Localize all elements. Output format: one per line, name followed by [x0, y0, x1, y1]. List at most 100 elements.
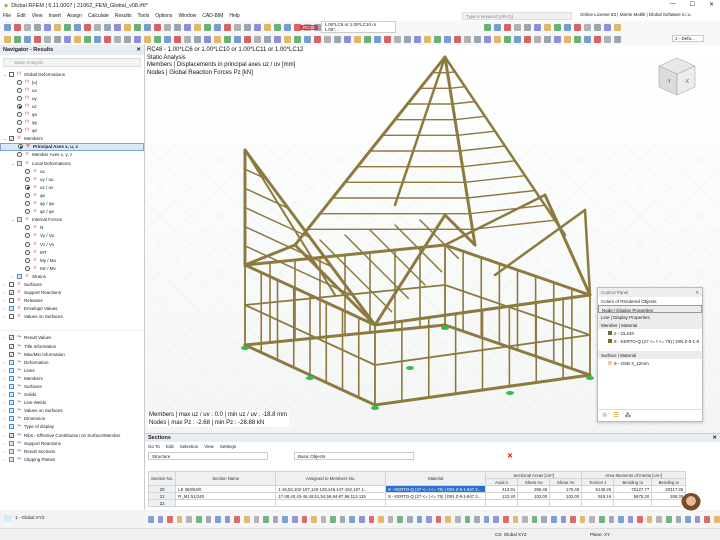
- checkbox[interactable]: [9, 408, 14, 413]
- tool-icon[interactable]: [417, 516, 423, 523]
- tool-icon[interactable]: [685, 516, 691, 523]
- tool-icon[interactable]: [282, 516, 288, 523]
- tool-icon[interactable]: [589, 516, 595, 523]
- checkbox[interactable]: ✓: [9, 335, 14, 340]
- checkbox[interactable]: [9, 306, 14, 311]
- menu-edit[interactable]: Edit: [17, 13, 26, 19]
- menu-options[interactable]: Options: [155, 13, 172, 19]
- toolbar-tool-icon[interactable]: [254, 36, 261, 43]
- radio-button[interactable]: [25, 201, 30, 206]
- sections-menu-item[interactable]: Go To: [148, 444, 160, 449]
- checkbox[interactable]: [9, 441, 14, 446]
- nav-item[interactable]: ›⤳Solids: [0, 391, 144, 399]
- nav-item[interactable]: ⊓ux: [0, 86, 144, 94]
- cell-iv[interactable]: 20317.36: [652, 486, 686, 493]
- nav-item[interactable]: ›⤳Result Sections: [0, 447, 144, 455]
- toolbar-tool-icon[interactable]: [94, 36, 101, 43]
- radio-button[interactable]: [25, 242, 30, 247]
- checkbox[interactable]: ✓: [9, 433, 14, 438]
- tool-icon[interactable]: [455, 516, 461, 523]
- toolbar-tool-icon[interactable]: [594, 36, 601, 43]
- cell-j[interactable]: 5145.25: [582, 486, 614, 493]
- toolbar-tool-icon[interactable]: [114, 24, 121, 31]
- nav-item[interactable]: ›⤳Lines: [0, 366, 144, 374]
- toolbar-tool-icon[interactable]: [294, 36, 301, 43]
- checkbox[interactable]: [9, 384, 14, 389]
- tool-icon[interactable]: [637, 516, 643, 523]
- tool-icon[interactable]: [532, 516, 538, 523]
- tool-icon[interactable]: [474, 516, 480, 523]
- tool-icon[interactable]: [714, 516, 720, 523]
- scale-tab-icon[interactable]: ⁂: [625, 412, 631, 419]
- support-node[interactable]: [586, 376, 594, 380]
- tool-icon[interactable]: [436, 516, 442, 523]
- toolbar-tool-icon[interactable]: [44, 24, 51, 31]
- checkbox[interactable]: [9, 314, 14, 319]
- tool-icon[interactable]: [225, 516, 231, 523]
- nav-item[interactable]: ›⋎Values on Surfaces: [0, 313, 144, 321]
- member-beam[interactable]: [460, 146, 505, 151]
- nav-item[interactable]: ⊓|u|: [0, 78, 144, 86]
- sections-menu-item[interactable]: Selection: [180, 444, 199, 449]
- toolbar-tool-icon[interactable]: [504, 36, 511, 43]
- cell-name[interactable]: [176, 500, 276, 507]
- toolbar-tool-icon[interactable]: [264, 36, 271, 43]
- nav-item[interactable]: ⋎Principal Axes x, u, v: [0, 143, 144, 151]
- sections-menu-item[interactable]: Settings: [220, 444, 236, 449]
- member-beam[interactable]: [458, 131, 496, 135]
- cell-av[interactable]: 176.49: [550, 486, 582, 493]
- toolbar-tool-icon[interactable]: [214, 36, 221, 43]
- radio-button[interactable]: [25, 193, 30, 198]
- toolbar-tool-icon[interactable]: [504, 24, 511, 31]
- cell-a[interactable]: 122.40: [486, 493, 518, 500]
- toolbar-tool-icon[interactable]: [284, 24, 291, 31]
- toolbar-tool-icon[interactable]: [274, 24, 281, 31]
- toolbar-tool-icon[interactable]: [404, 36, 411, 43]
- tool-icon[interactable]: [599, 516, 605, 523]
- checkbox[interactable]: [9, 368, 14, 373]
- toolbar-tool-icon[interactable]: [494, 36, 501, 43]
- checkbox[interactable]: [9, 424, 14, 429]
- nav-item[interactable]: ⋎φy / φu: [0, 200, 144, 208]
- menu-results[interactable]: Results: [115, 13, 132, 19]
- tool-icon[interactable]: [292, 516, 298, 523]
- toolbar-tool-icon[interactable]: [314, 36, 321, 43]
- nav-item[interactable]: ⌄✓⋎Members: [0, 135, 144, 143]
- member-material-item[interactable]: 2 - GL24h: [598, 329, 702, 337]
- nav-item[interactable]: ›⋎Surfaces: [0, 280, 144, 288]
- nav-item[interactable]: ›⤳Dimension: [0, 415, 144, 423]
- search-input[interactable]: Type a keyword (Alt+Q): [462, 12, 572, 20]
- toolbar-tool-icon[interactable]: [184, 24, 191, 31]
- menu-help[interactable]: Help: [229, 13, 239, 19]
- nav-item[interactable]: ›⤳Support Reactions: [0, 439, 144, 447]
- checkbox[interactable]: [9, 416, 14, 421]
- toolbar-tool-icon[interactable]: [224, 24, 231, 31]
- member-beam[interactable]: [345, 235, 408, 298]
- checkbox[interactable]: [9, 392, 14, 397]
- member-beam[interactable]: [448, 72, 456, 73]
- table-row[interactable]: 20LE 360/63/01-15,53,102-107,120-128,145…: [149, 486, 686, 493]
- cell-av[interactable]: 102.00: [550, 493, 582, 500]
- checkbox[interactable]: [9, 457, 14, 462]
- surface-material-group[interactable]: Surface | Material: [598, 351, 702, 359]
- view-selector[interactable]: 1 - Global XYZ: [0, 510, 145, 525]
- tool-icon[interactable]: [484, 516, 490, 523]
- line-display-properties[interactable]: Line | Display Properties: [598, 313, 702, 321]
- tool-icon[interactable]: [407, 516, 413, 523]
- cell-name[interactable]: R_M1 51/240: [176, 493, 276, 500]
- sections-close-icon[interactable]: ✕: [712, 435, 717, 441]
- toolbar-tool-icon[interactable]: [324, 36, 331, 43]
- tool-icon[interactable]: [215, 516, 221, 523]
- nav-item[interactable]: ⌄⋎Internal Forces: [0, 216, 144, 224]
- nav-item[interactable]: ⊓uy: [0, 94, 144, 102]
- toolbar-tool-icon[interactable]: [414, 36, 421, 43]
- node-display-properties[interactable]: Node | Display Properties: [598, 305, 702, 313]
- nav-item[interactable]: ⋎uy / uu: [0, 175, 144, 183]
- radio-button[interactable]: [25, 258, 30, 263]
- nav-item[interactable]: ⊓φz: [0, 127, 144, 135]
- support-node[interactable]: [371, 406, 379, 410]
- nav-item[interactable]: ›⤳Line Welds: [0, 399, 144, 407]
- tool-icon[interactable]: [196, 516, 202, 523]
- member-material-item[interactable]: 8 - KERTO-Q (27 <= t <= 75) | DIN Z-9.1-…: [598, 337, 702, 345]
- toolbar-tool-icon[interactable]: [144, 36, 151, 43]
